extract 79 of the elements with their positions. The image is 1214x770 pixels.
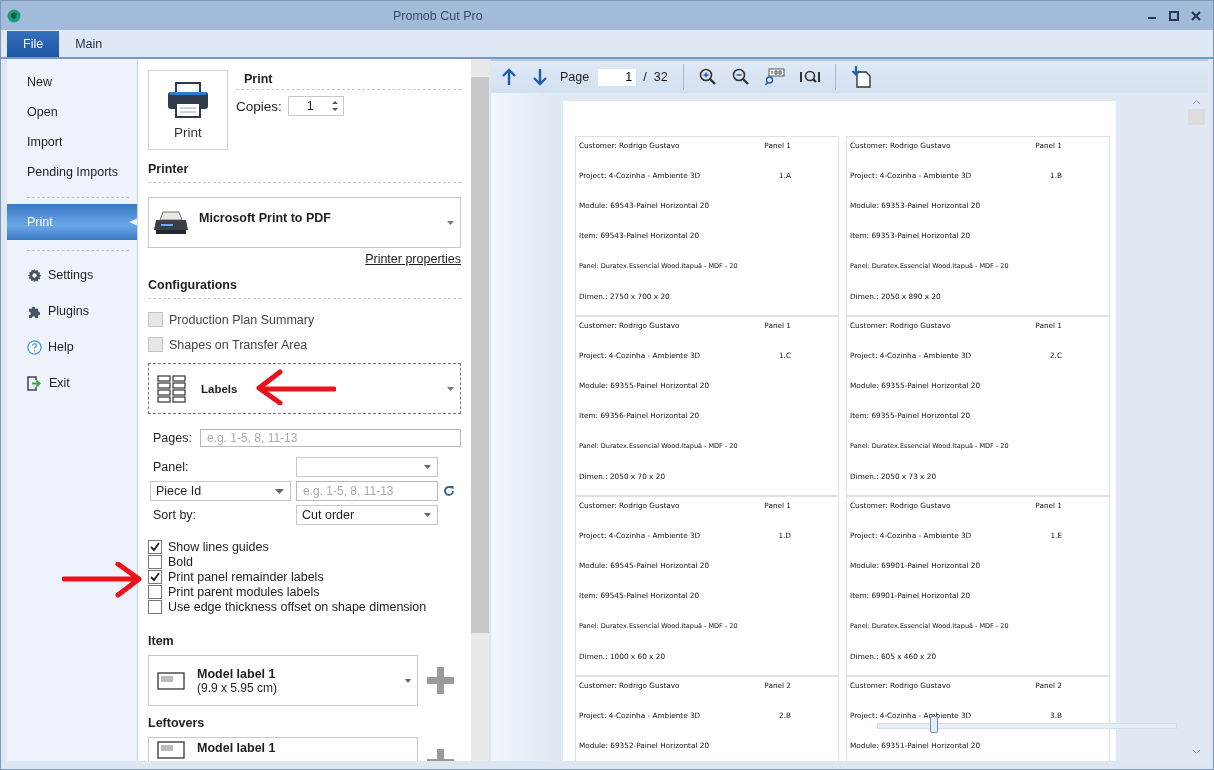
caret-icon [424,513,431,517]
checkbox-label: Print panel remainder labels [168,569,324,584]
zoom-fit-icon[interactable] [799,69,820,85]
arrow-up-icon[interactable] [501,68,517,86]
ribbon-tab[interactable]: File [7,31,60,57]
checkbox[interactable] [148,599,162,614]
window-title: Promob Cut Pro [393,8,483,23]
checkbox-label: Production Plan Summary [169,312,315,327]
checkbox[interactable] [148,554,162,569]
chevron-up-icon[interactable] [1192,99,1201,105]
zoom-actual-size-icon[interactable] [764,68,785,86]
sort-dropdown[interactable]: Cut order [296,505,438,525]
label-model-dropdown[interactable]: Model label 1 (9.9 x 5.95 cm) [148,655,418,706]
filter-dropdown[interactable]: Piece Id [150,481,291,501]
print-button[interactable]: Print [148,70,228,150]
zoom-in-icon[interactable] [698,68,717,86]
nav-item[interactable]: Pending Imports [7,157,137,187]
panel-label: Panel: [152,460,190,474]
caret-icon [424,465,431,469]
nav-item[interactable]: Plugins [7,293,137,329]
checkbox-label: Shapes on Transfer Area [169,337,308,352]
page-separator: / [643,70,647,84]
scrollbar-thumb[interactable] [471,77,489,633]
ribbon-tab[interactable]: Main [59,31,119,57]
pages-label: Pages: [153,431,192,445]
nav-item[interactable]: Exit [7,365,137,401]
copies-label: Copies: [236,98,282,114]
checkbox-label: Print parent modules labels [168,584,320,599]
help-icon [27,339,42,355]
labels-grid-icon [157,374,187,403]
report-type-dropdown[interactable]: Labels [148,363,461,414]
caret-icon [447,220,454,225]
gear-icon [27,267,42,283]
checkbox[interactable] [148,569,162,584]
exit-icon [27,375,43,391]
checkbox[interactable] [148,539,162,554]
section-heading: Printer [148,162,461,183]
nav-item[interactable]: Import [7,127,137,157]
slider-thumb[interactable] [930,716,938,733]
checkbox-label: Use edge thickness offset on shape dimension [168,599,427,614]
printer-icon [166,80,210,119]
page-field[interactable]: 1 [598,68,637,86]
printer-icon [153,209,189,236]
add-icon[interactable] [427,667,454,694]
copies-spinner[interactable]: 1 [287,96,344,116]
caret-icon [275,488,284,494]
sort-label: Sort by: [152,508,198,522]
refresh-icon[interactable] [443,485,455,497]
zoom-out-icon[interactable] [731,68,750,86]
checkbox-label: Bold [168,554,194,569]
nav-item[interactable]: New [7,67,137,97]
export-page-icon[interactable] [850,66,871,88]
page-count: 32 [653,70,668,84]
scrollbar[interactable] [471,59,489,761]
printer-properties-link[interactable]: Printer properties [365,252,461,266]
piece-filter-field[interactable]: e.g. 1-5, 8, 11-13 [296,481,438,501]
caret-icon [447,386,454,391]
maximize-icon[interactable] [1169,10,1179,21]
section-heading: Leftovers [148,716,206,730]
nav-item[interactable]: Open [7,97,137,127]
nav-item[interactable]: Help [7,329,137,365]
checkbox-label: Show lines guides [168,539,269,554]
printer-dropdown[interactable]: Microsoft Print to PDF [148,197,461,248]
section-heading: Item [148,634,175,648]
zoom-slider[interactable] [877,716,1177,734]
section-heading: Print [236,70,461,90]
spinner-arrows-icon[interactable] [330,99,339,113]
label-template-icon [157,671,185,690]
section-heading: Configurations [148,278,461,299]
arrow-down-icon[interactable] [532,68,548,86]
close-icon[interactable] [1191,10,1201,21]
chevron-down-icon[interactable] [1192,749,1201,755]
app-logo-icon [7,8,21,23]
pages-field[interactable]: e.g. 1-5, 8, 11-13 [199,429,461,447]
label-model-dropdown[interactable]: Model label 1 [148,737,418,761]
checkbox[interactable] [148,584,162,599]
page-label: Page [560,70,590,84]
caret-icon [405,678,411,683]
nav-item[interactable]: Settings [7,257,137,293]
